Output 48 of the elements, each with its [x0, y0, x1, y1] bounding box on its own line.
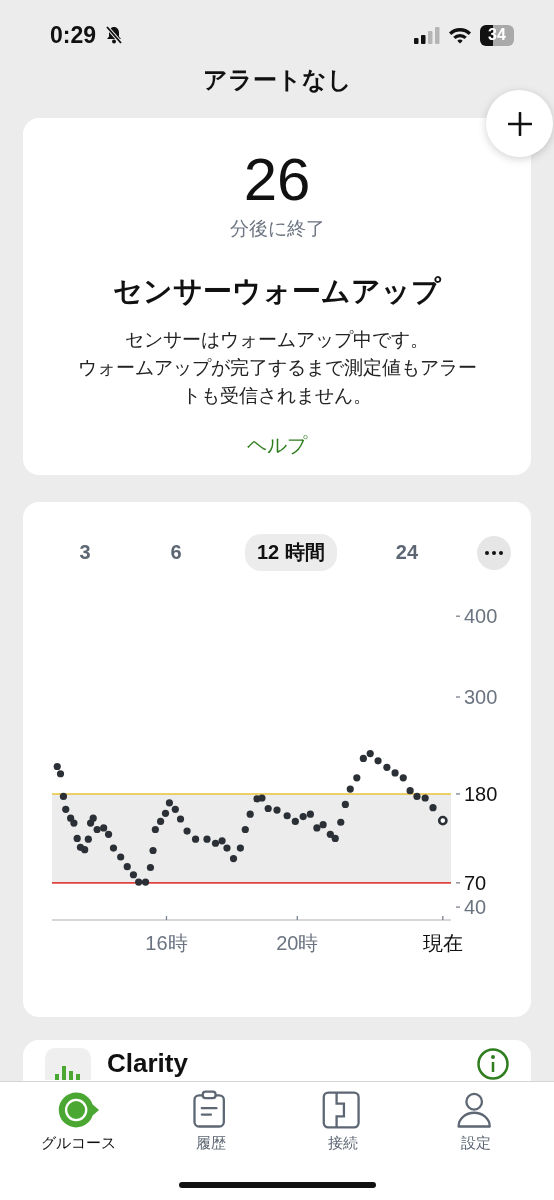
plus-icon: [507, 111, 532, 136]
time-range-tab[interactable]: 6: [154, 536, 198, 569]
signal-icon: [414, 26, 440, 44]
time-range-tab[interactable]: 24: [383, 536, 430, 569]
time-range-tab[interactable]: 3: [63, 536, 107, 569]
x-axis-label: 16時: [145, 932, 188, 954]
add-button[interactable]: [486, 90, 553, 157]
data-point: [59, 792, 68, 800]
data-point: [241, 825, 249, 834]
minutes-label: 分後に終了: [229, 217, 325, 241]
nav-tab[interactable]: 設定: [420, 1088, 531, 1153]
warmup-message: センサーはウォームアップ中です。: [125, 328, 429, 352]
nav-tab[interactable]: グルコース: [23, 1088, 134, 1153]
data-point: [236, 844, 244, 852]
data-point: [246, 810, 254, 818]
data-point: [149, 846, 157, 855]
help-link[interactable]: ヘルプ: [247, 432, 307, 459]
card-title: Clarity: [107, 1048, 189, 1078]
muted-bell-icon: [104, 25, 125, 45]
y-axis-label: 300: [464, 686, 498, 708]
screen-title: アラートなし: [202, 65, 352, 95]
nav-tab[interactable]: 履歴: [155, 1088, 266, 1153]
status-time: 0:29: [50, 21, 97, 49]
data-point: [429, 804, 437, 812]
data-point: [341, 800, 349, 809]
more-icon: [485, 550, 503, 555]
data-point: [229, 855, 238, 863]
y-axis-label: 70: [464, 871, 487, 894]
minutes-remaining: 26: [243, 148, 311, 212]
y-axis-label: 400: [464, 605, 498, 628]
x-axis-label: 20時: [276, 932, 319, 954]
warmup-message: ウォームアップが完了するまで測定値もアラートも受信されません。: [76, 356, 478, 408]
y-axis-label: 40: [464, 896, 487, 919]
wifi-icon: [448, 26, 472, 44]
data-point: [353, 774, 361, 782]
data-point: [146, 863, 155, 872]
more-button[interactable]: [477, 535, 511, 570]
x-axis-label: 現在: [422, 932, 463, 954]
bars-icon: [55, 1066, 81, 1080]
info-icon: [477, 1048, 509, 1080]
data-point: [176, 815, 185, 823]
data-point: [337, 818, 345, 826]
data-point: [437, 815, 448, 826]
time-range-tab[interactable]: 12 時間: [244, 534, 337, 571]
data-point: [346, 785, 354, 793]
y-axis-label: 180: [464, 782, 498, 805]
card-title: センサーウォームアップ: [113, 274, 441, 309]
nav-tab[interactable]: 接続: [288, 1088, 399, 1153]
